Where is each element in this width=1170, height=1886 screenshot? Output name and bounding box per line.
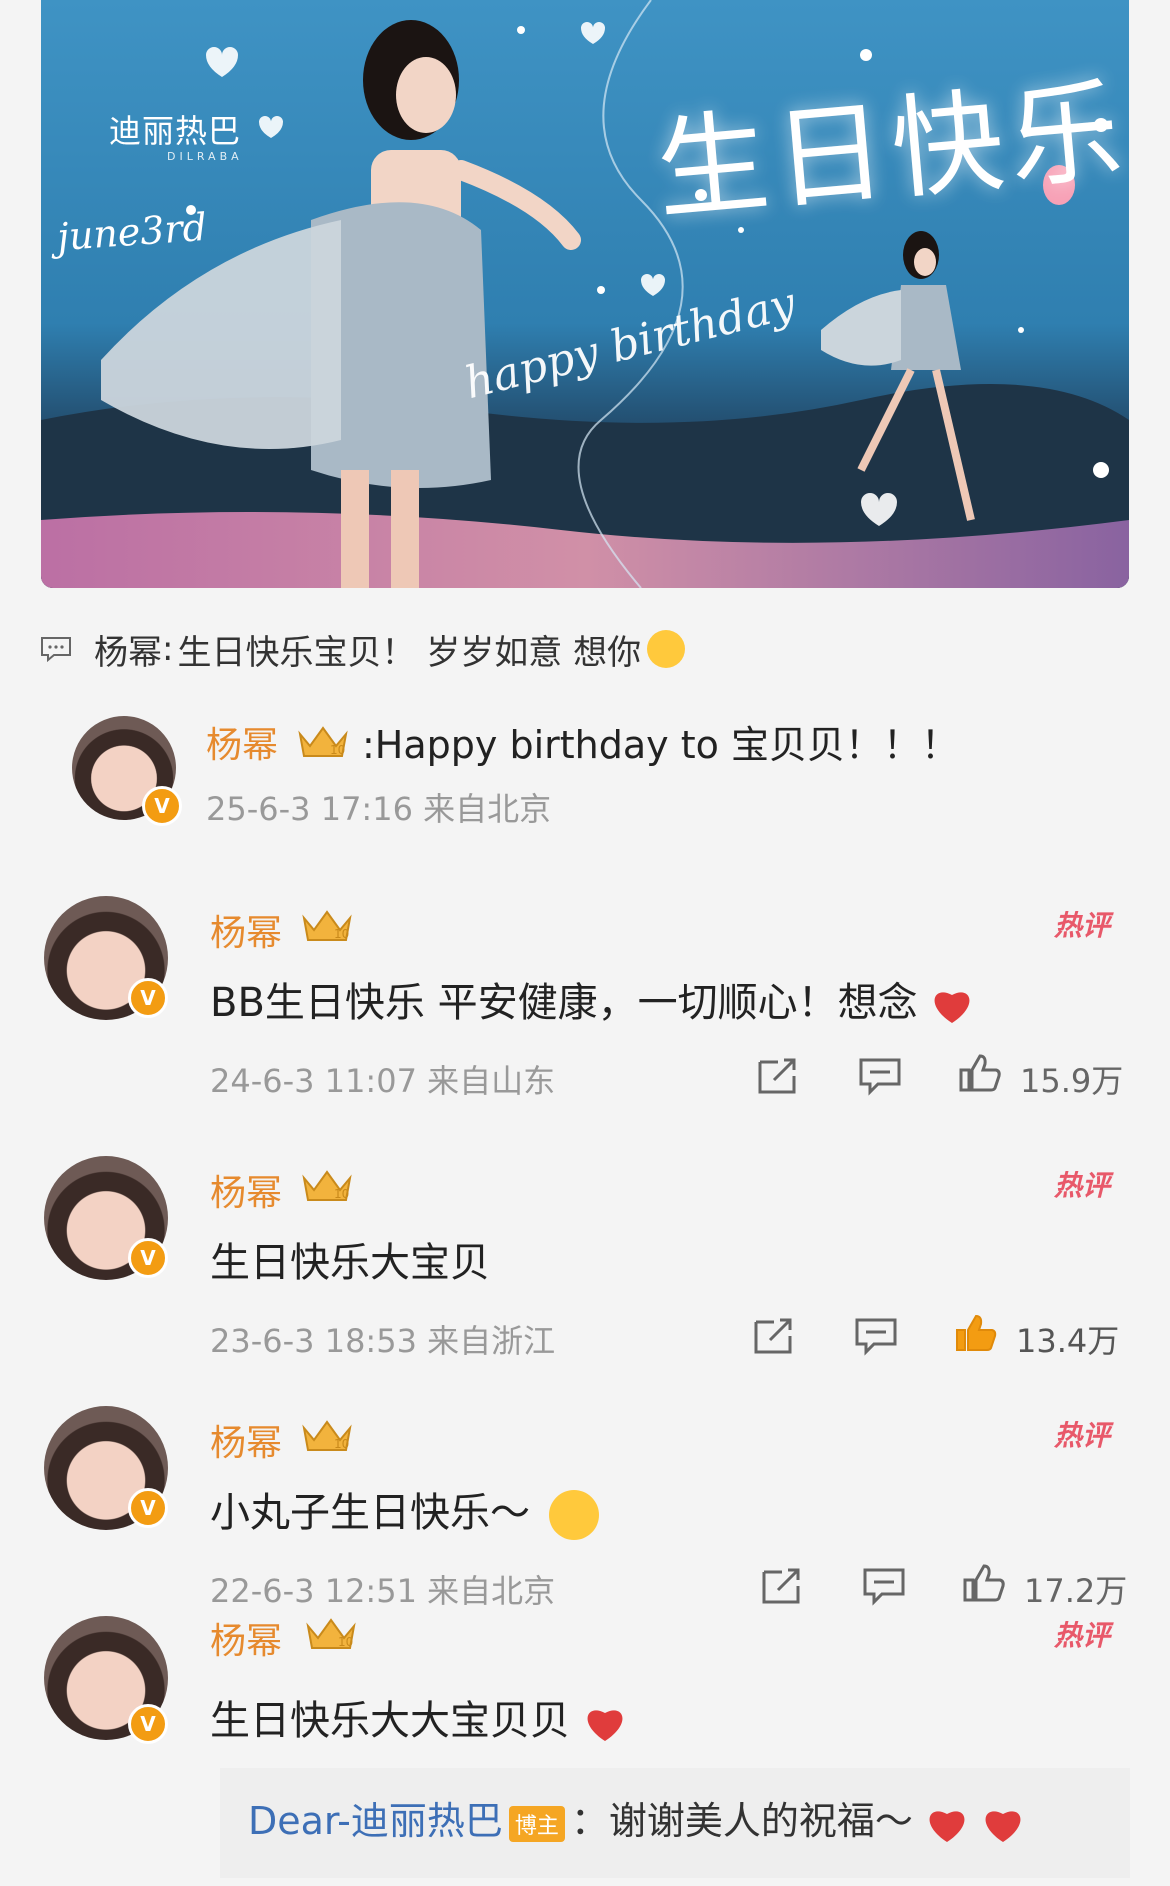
like-icon[interactable] bbox=[962, 1562, 1006, 1602]
comment-text: 生日快乐大宝贝 bbox=[210, 1240, 490, 1286]
like-icon[interactable] bbox=[958, 1052, 1002, 1092]
quoted-comment[interactable]: 杨幂: 生日快乐宝贝！ 岁岁如意 想你 bbox=[40, 624, 686, 674]
reply-author[interactable]: Dear-迪丽热巴 bbox=[248, 1799, 503, 1843]
comment-meta: 25-6-3 17:16 来自北京 bbox=[206, 790, 552, 828]
red-heart-emoji-icon bbox=[587, 1710, 623, 1741]
comment-text: 小丸子生日快乐～ bbox=[210, 1480, 599, 1540]
comment-text-body: 小丸子生日快乐～ bbox=[210, 1490, 530, 1536]
like-icon-active[interactable] bbox=[954, 1312, 998, 1352]
svg-text:10: 10 bbox=[334, 1187, 349, 1201]
username[interactable]: 杨幂 bbox=[210, 904, 282, 956]
like-count: 15.9万 bbox=[1020, 1062, 1124, 1100]
username[interactable]: 杨幂 bbox=[210, 1164, 282, 1216]
verified-badge-icon: V bbox=[142, 786, 182, 826]
comment-meta: 24-6-3 11:07 来自山东 bbox=[210, 1062, 556, 1100]
reply-text: ：谢谢美人的祝福～ bbox=[570, 1799, 913, 1843]
username[interactable]: 杨幂 bbox=[210, 1414, 282, 1466]
hot-comment-badge: 热评 bbox=[1054, 909, 1111, 942]
svg-text:10: 10 bbox=[330, 743, 345, 757]
like-count: 13.4万 bbox=[1016, 1322, 1120, 1360]
username[interactable]: 杨幂 bbox=[206, 716, 278, 768]
hot-comment-badge: 热评 bbox=[1054, 1619, 1111, 1652]
comment-text: :Happy birthday to 宝贝贝！！！ bbox=[362, 723, 959, 767]
reply-icon[interactable] bbox=[862, 1566, 906, 1606]
comment-text-body: BB生日快乐 平安健康，一切顺心！想念 bbox=[210, 980, 918, 1026]
crown-badge-icon: 10 bbox=[298, 726, 348, 757]
share-icon[interactable] bbox=[756, 1056, 800, 1096]
surprised-emoji-icon bbox=[548, 1490, 599, 1540]
comment-meta: 23-6-3 18:53 来自浙江 bbox=[210, 1322, 556, 1360]
crown-badge-icon: 10 bbox=[302, 910, 352, 941]
comment-icon bbox=[41, 637, 71, 662]
svg-text:10: 10 bbox=[334, 1437, 349, 1451]
red-heart-emoji-icon bbox=[985, 1810, 1021, 1842]
share-icon[interactable] bbox=[752, 1316, 796, 1356]
share-icon[interactable] bbox=[760, 1566, 804, 1606]
brand-logo-cn: 迪丽热巴 bbox=[109, 112, 242, 150]
comment-text: BB生日快乐 平安健康，一切顺心！想念 bbox=[210, 970, 974, 1028]
like-count: 17.2万 bbox=[1024, 1572, 1128, 1610]
svg-text:10: 10 bbox=[334, 927, 349, 941]
author-reply[interactable]: Dear-迪丽热巴 博主 ：谢谢美人的祝福～ bbox=[220, 1768, 1130, 1878]
hot-comment-badge: 热评 bbox=[1054, 1169, 1111, 1202]
verified-badge-icon: V bbox=[128, 978, 168, 1018]
quote-colon: : bbox=[162, 629, 174, 669]
comment-text-body: 生日快乐大大宝贝贝 bbox=[210, 1698, 570, 1744]
svg-text:10: 10 bbox=[338, 1635, 353, 1649]
red-heart-emoji-icon bbox=[934, 992, 970, 1023]
quote-text: 生日快乐宝贝！ 岁岁如意 想你 bbox=[177, 632, 642, 673]
hot-comment-badge: 热评 bbox=[1054, 1419, 1111, 1452]
reply-line: Dear-迪丽热巴 博主 ：谢谢美人的祝福～ bbox=[248, 1790, 1025, 1845]
brand-logo-en: DILRABA bbox=[167, 150, 243, 163]
reply-icon[interactable] bbox=[854, 1316, 898, 1356]
red-heart-emoji-icon bbox=[929, 1810, 965, 1842]
verified-badge-icon: V bbox=[128, 1238, 168, 1278]
comment-meta: 22-6-3 12:51 来自北京 bbox=[210, 1572, 556, 1610]
verified-badge-icon: V bbox=[128, 1704, 168, 1744]
crown-badge-icon: 10 bbox=[302, 1420, 352, 1451]
hug-emoji-icon bbox=[647, 630, 686, 668]
crown-badge-icon: 10 bbox=[306, 1618, 356, 1649]
comment-text: 生日快乐大大宝贝贝 bbox=[210, 1688, 627, 1746]
quote-author: 杨幂 bbox=[94, 632, 162, 673]
username[interactable]: 杨幂 bbox=[210, 1612, 282, 1664]
verified-badge-icon: V bbox=[128, 1488, 168, 1528]
crown-badge-icon: 10 bbox=[302, 1170, 352, 1201]
birthday-banner-image[interactable]: 迪丽热巴 DILRABA june3rd 生日快乐 happy birthday bbox=[41, 0, 1129, 588]
reply-icon[interactable] bbox=[858, 1056, 902, 1096]
blogger-badge: 博主 bbox=[508, 1805, 565, 1842]
